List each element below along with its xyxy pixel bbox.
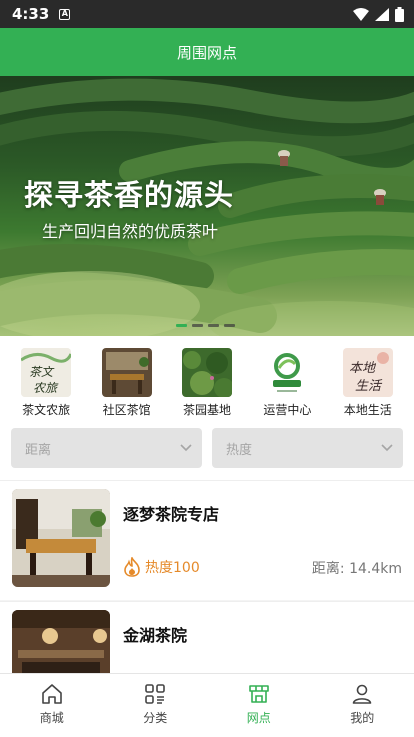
notification-icon: A xyxy=(59,8,71,20)
category-row: 茶文 农旅 茶文农旅 社区茶馆 茶园基地 运营中心 本地 生活 本地生活 xyxy=(0,336,414,418)
category-label: 茶文农旅 xyxy=(22,403,71,417)
tab-label: 分类 xyxy=(143,711,168,725)
chevron-down-icon xyxy=(180,444,192,452)
svg-text:农旅: 农旅 xyxy=(33,381,59,395)
store-distance: 距离: 14.4km xyxy=(311,561,402,577)
tab-label: 网点 xyxy=(246,711,271,725)
category-label: 茶园基地 xyxy=(182,403,231,417)
carousel-dot[interactable] xyxy=(176,324,187,327)
svg-text:本地: 本地 xyxy=(349,361,377,376)
app-header: 周围网点 xyxy=(0,28,414,76)
distance-filter-label: 距离 xyxy=(25,442,52,458)
status-indicators xyxy=(353,6,404,22)
tab-category[interactable]: 分类 xyxy=(104,674,208,737)
svg-text:生活: 生活 xyxy=(355,379,383,394)
screen: 4:33 A 周围网点 探寻茶香的源头 生产回归自然的优质茶叶 茶文 农旅 茶文… xyxy=(0,0,414,737)
carousel-dot[interactable] xyxy=(192,324,203,327)
operation-center-icon xyxy=(262,348,313,397)
battery-icon xyxy=(395,6,404,22)
store-name: 逐梦茶院专店 xyxy=(123,505,220,524)
carousel-dot[interactable] xyxy=(224,324,235,327)
tab-outlets[interactable]: 网点 xyxy=(207,674,311,737)
profile-icon xyxy=(352,684,372,704)
tab-profile[interactable]: 我的 xyxy=(311,674,414,737)
store-name: 金湖茶院 xyxy=(123,626,188,645)
category-tea-garden[interactable]: 茶园基地 xyxy=(172,348,242,418)
distance-filter-select[interactable]: 距离 xyxy=(11,428,202,468)
tea-garden-icon xyxy=(181,348,232,397)
flame-icon xyxy=(124,557,140,577)
store-thumbnail xyxy=(12,610,110,682)
banner-subtitle: 生产回归自然的优质茶叶 xyxy=(42,222,219,241)
wifi-icon xyxy=(353,7,369,21)
page-title: 周围网点 xyxy=(176,43,237,62)
store-icon xyxy=(248,685,269,703)
signal-icon xyxy=(375,7,389,21)
tab-label: 我的 xyxy=(350,711,375,725)
category-icon xyxy=(145,684,166,704)
carousel-dot[interactable] xyxy=(208,324,219,327)
heat-indicator: 热度100 xyxy=(123,557,200,577)
category-label: 运营中心 xyxy=(263,403,312,417)
category-tea-culture[interactable]: 茶文 农旅 茶文农旅 xyxy=(11,348,81,418)
carousel-indicator xyxy=(176,324,235,327)
tab-mall[interactable]: 商城 xyxy=(0,674,104,737)
filter-bar: 距离 热度 xyxy=(0,418,414,480)
bottom-tab-bar: 商城 分类 网点 我的 xyxy=(0,673,414,737)
store-list-item[interactable]: 金湖茶院 xyxy=(0,601,414,682)
svg-text:茶文: 茶文 xyxy=(29,365,55,379)
banner-title: 探寻茶香的源头 xyxy=(24,178,235,212)
home-icon xyxy=(41,684,62,704)
teahouse-icon xyxy=(101,348,152,397)
category-label: 本地生活 xyxy=(343,403,392,417)
category-operation-center[interactable]: 运营中心 xyxy=(252,348,322,418)
heat-filter-label: 热度 xyxy=(226,442,253,458)
category-teahouse[interactable]: 社区茶馆 xyxy=(92,348,162,418)
status-time: 4:33 xyxy=(12,5,50,23)
heat-filter-select[interactable]: 热度 xyxy=(212,428,403,468)
tea-culture-icon: 茶文农旅 xyxy=(21,348,72,397)
banner-carousel[interactable]: 探寻茶香的源头 生产回归自然的优质茶叶 xyxy=(0,76,414,336)
status-bar: 4:33 A xyxy=(0,0,414,28)
category-local-life[interactable]: 本地 生活 本地生活 xyxy=(333,348,403,418)
category-label: 社区茶馆 xyxy=(102,403,151,417)
heat-value: 热度100 xyxy=(145,560,200,576)
chevron-down-icon xyxy=(381,444,393,452)
tab-label: 商城 xyxy=(39,711,64,725)
store-list-item[interactable]: 逐梦茶院专店 热度100 距离: 14.4km xyxy=(0,480,414,600)
local-life-icon: 本地生活 xyxy=(342,348,393,397)
store-thumbnail xyxy=(12,489,110,587)
